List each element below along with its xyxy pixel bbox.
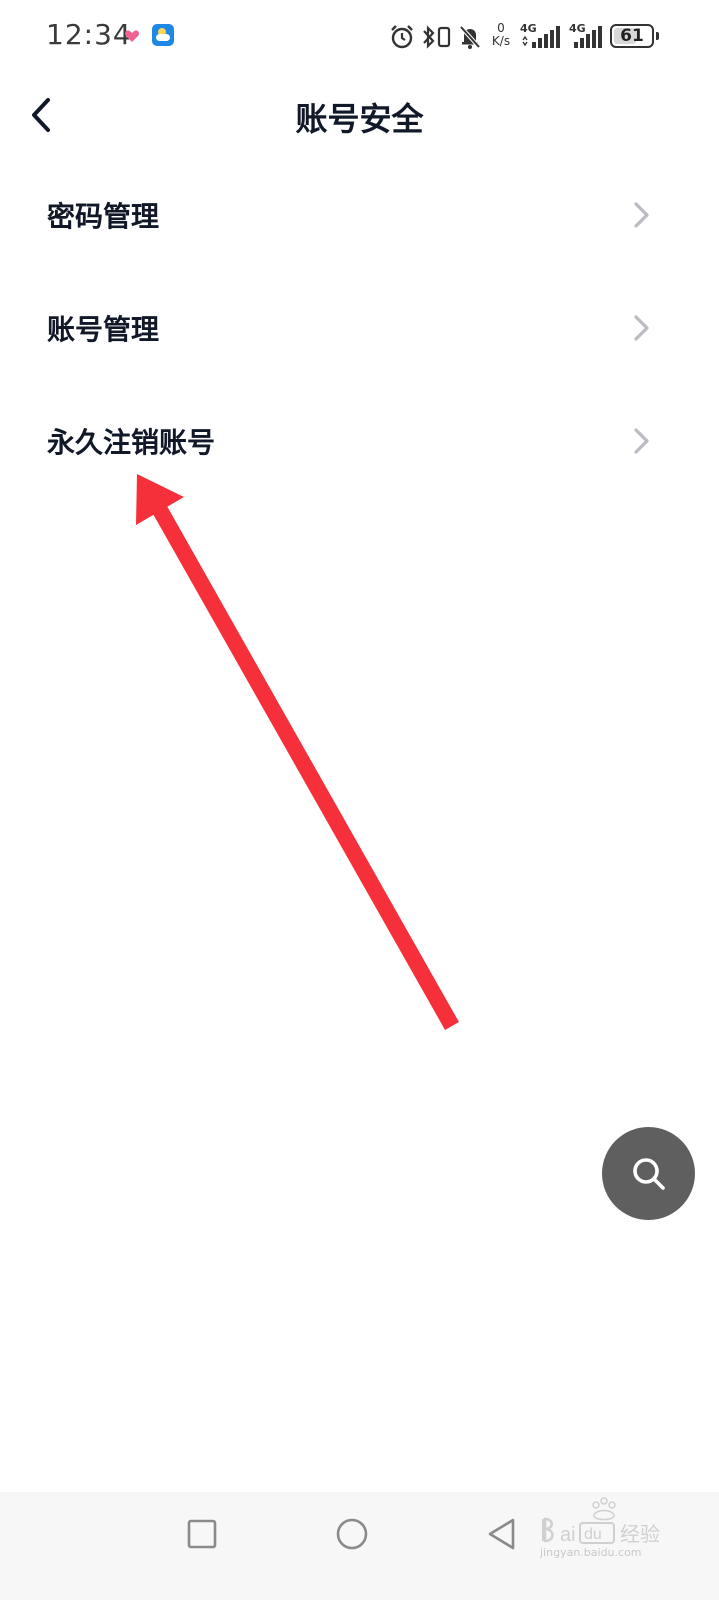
alarm-icon (391, 25, 413, 49)
network-speed: 0 K/s (488, 22, 514, 48)
status-time: 12:34 (46, 18, 132, 51)
mute-bell-icon (459, 25, 481, 49)
heart-icon (124, 30, 140, 42)
battery-tip (656, 32, 659, 40)
menu-item-label: 密码管理 (47, 199, 160, 233)
page-title: 账号安全 (295, 100, 424, 138)
weather-app-icon (152, 24, 174, 46)
circle-home-icon (336, 1518, 368, 1550)
system-back-button[interactable] (482, 1514, 522, 1554)
svg-text:du: du (584, 1526, 602, 1543)
chevron-right-icon (634, 427, 649, 454)
menu-item-delete-account[interactable]: 永久注销账号 (0, 384, 719, 497)
battery-icon: 61 (610, 24, 654, 48)
triangle-back-icon (488, 1518, 515, 1550)
chevron-right-icon (634, 201, 649, 228)
status-bar: 12:34 0 K/s 4G 4G 61 (0, 0, 719, 76)
signal-icon-2 (574, 26, 602, 48)
network-speed-unit: K/s (491, 34, 511, 48)
battery-level: 61 (620, 26, 644, 46)
menu-item-password-management[interactable]: 密码管理 (0, 158, 719, 271)
vibrate-icon (437, 26, 451, 48)
home-button[interactable] (332, 1514, 372, 1554)
search-icon (633, 1158, 665, 1190)
square-recent-icon (187, 1519, 217, 1549)
header: 账号安全 (0, 76, 719, 156)
svg-text:经验: 经验 (620, 1522, 660, 1546)
menu-item-account-management[interactable]: 账号管理 (0, 271, 719, 384)
chevron-right-icon (634, 314, 649, 341)
svg-text:ai: ai (560, 1524, 576, 1546)
recent-apps-button[interactable] (182, 1514, 222, 1554)
menu-item-label: 永久注销账号 (47, 425, 216, 459)
floating-search-button[interactable] (602, 1127, 695, 1220)
watermark-url: jingyan.baidu.com (540, 1546, 642, 1559)
menu-item-label: 账号管理 (47, 312, 160, 346)
signal-icon-1 (522, 26, 560, 48)
